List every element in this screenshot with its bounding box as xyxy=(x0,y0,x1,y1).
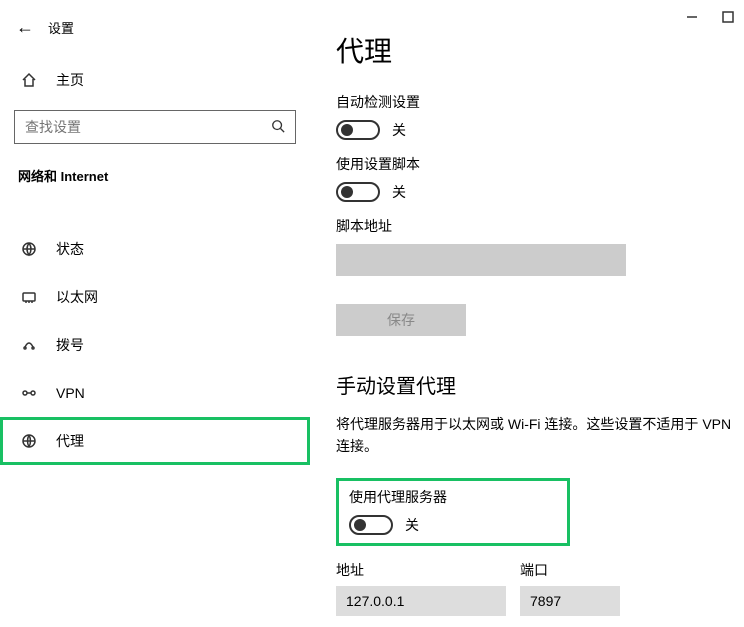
toggle-state-label: 关 xyxy=(405,515,419,535)
script-address-label: 脚本地址 xyxy=(336,216,744,236)
ethernet-icon xyxy=(18,289,40,305)
use-proxy-highlight: 使用代理服务器 关 xyxy=(336,478,570,546)
save-button[interactable]: 保存 xyxy=(336,304,466,336)
toggle-knob xyxy=(341,124,353,136)
category-header: 网络和 Internet xyxy=(0,160,310,195)
sidebar-item-label: VPN xyxy=(56,385,85,401)
port-label: 端口 xyxy=(520,560,620,580)
setup-script-group: 使用设置脚本 关 xyxy=(336,154,744,202)
script-address-group: 脚本地址 xyxy=(336,216,744,290)
toggle-state-label: 关 xyxy=(392,182,406,202)
search-box[interactable] xyxy=(14,110,296,144)
manual-section-desc: 将代理服务器用于以太网或 Wi-Fi 连接。这些设置不适用于 VPN 连接。 xyxy=(336,413,744,458)
vpn-icon xyxy=(18,385,40,401)
auto-detect-group: 自动检测设置 关 xyxy=(336,92,744,140)
sidebar-item-ethernet[interactable]: 以太网 xyxy=(0,273,310,321)
page-title: 代理 xyxy=(336,30,744,70)
minimize-button[interactable] xyxy=(686,10,698,26)
address-label: 地址 xyxy=(336,560,506,580)
proxy-icon xyxy=(18,433,40,449)
toggle-track[interactable] xyxy=(336,182,380,202)
setup-script-label: 使用设置脚本 xyxy=(336,154,744,174)
status-icon xyxy=(18,241,40,257)
sidebar: ← 设置 主页 网络和 Internet 状态 xyxy=(0,0,310,627)
back-arrow-icon: ← xyxy=(16,17,34,38)
topbar: ← 设置 xyxy=(0,8,310,60)
script-address-input[interactable] xyxy=(336,244,626,276)
sidebar-home-label: 主页 xyxy=(56,70,84,90)
sidebar-item-label: 代理 xyxy=(56,431,84,451)
auto-detect-toggle[interactable]: 关 xyxy=(336,120,744,140)
toggle-track[interactable] xyxy=(336,120,380,140)
nav-list: 状态 以太网 拨号 VPN xyxy=(0,225,310,465)
sidebar-item-label: 拨号 xyxy=(56,335,84,355)
sidebar-home[interactable]: 主页 xyxy=(0,60,310,100)
port-input[interactable] xyxy=(520,586,620,616)
auto-detect-label: 自动检测设置 xyxy=(336,92,744,112)
home-icon xyxy=(18,72,40,88)
address-input[interactable] xyxy=(336,586,506,616)
port-col: 端口 xyxy=(520,560,620,616)
setup-script-toggle[interactable]: 关 xyxy=(336,182,744,202)
toggle-state-label: 关 xyxy=(392,120,406,140)
address-col: 地址 xyxy=(336,560,506,616)
address-port-row: 地址 端口 xyxy=(336,560,744,616)
sidebar-item-label: 以太网 xyxy=(56,287,98,307)
use-proxy-toggle[interactable]: 关 xyxy=(349,515,557,535)
toggle-knob xyxy=(354,519,366,531)
search-input[interactable] xyxy=(15,119,295,135)
window-controls xyxy=(686,10,734,26)
sidebar-item-proxy[interactable]: 代理 xyxy=(0,417,310,465)
back-button[interactable]: ← xyxy=(10,12,40,42)
sidebar-item-dialup[interactable]: 拨号 xyxy=(0,321,310,369)
toggle-track[interactable] xyxy=(349,515,393,535)
toggle-knob xyxy=(341,186,353,198)
use-proxy-label: 使用代理服务器 xyxy=(349,487,557,507)
sidebar-item-status[interactable]: 状态 xyxy=(0,225,310,273)
manual-section-title: 手动设置代理 xyxy=(336,370,744,399)
content-pane: 代理 自动检测设置 关 使用设置脚本 关 脚本地址 保存 手动设置代理 将代理服… xyxy=(310,0,744,627)
sidebar-item-vpn[interactable]: VPN xyxy=(0,369,310,417)
maximize-button[interactable] xyxy=(722,10,734,26)
sidebar-item-label: 状态 xyxy=(56,239,84,259)
settings-window: ← 设置 主页 网络和 Internet 状态 xyxy=(0,0,744,627)
window-title: 设置 xyxy=(48,18,74,37)
dialup-icon xyxy=(18,337,40,353)
